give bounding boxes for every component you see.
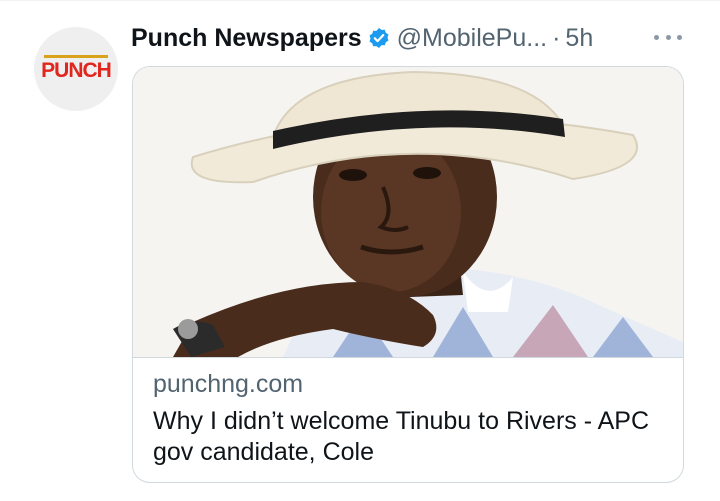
more-options-icon[interactable] bbox=[654, 32, 682, 42]
link-card[interactable]: punchng.com Why I didn’t welcome Tinubu … bbox=[132, 66, 684, 483]
avatar[interactable]: PUNCH bbox=[34, 27, 118, 111]
timestamp[interactable]: 5h bbox=[565, 24, 593, 53]
logo-text: PUNCH bbox=[41, 59, 112, 82]
card-image[interactable] bbox=[133, 67, 683, 357]
more-dot bbox=[654, 34, 659, 40]
card-footer[interactable]: punchng.com Why I didn’t welcome Tinubu … bbox=[133, 357, 683, 482]
punch-logo: PUNCH bbox=[41, 55, 112, 83]
divider bbox=[0, 0, 720, 1]
more-dot bbox=[677, 34, 682, 40]
portrait-image bbox=[133, 67, 683, 357]
card-headline[interactable]: Why I didn’t welcome Tinubu to Rivers - … bbox=[153, 406, 673, 468]
tweet-header: Punch Newspapers @MobilePu... · 5h bbox=[131, 20, 593, 56]
more-dot bbox=[665, 34, 671, 40]
card-domain: punchng.com bbox=[153, 370, 304, 398]
verified-badge-icon bbox=[368, 27, 390, 49]
separator-dot: · bbox=[552, 23, 561, 52]
account-handle[interactable]: @MobilePu... bbox=[397, 24, 547, 53]
display-name[interactable]: Punch Newspapers bbox=[131, 24, 362, 53]
logo-accent-bar bbox=[43, 55, 108, 58]
